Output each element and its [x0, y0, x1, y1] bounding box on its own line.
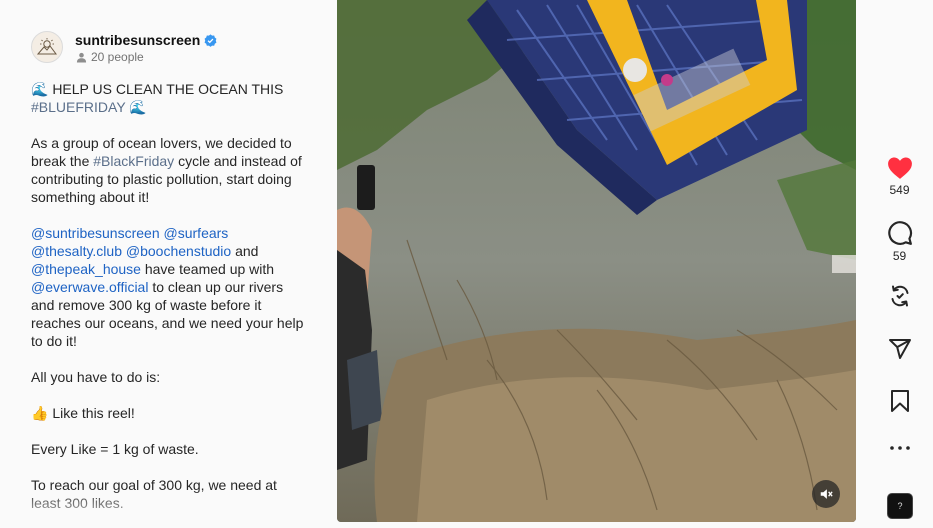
mention-link[interactable]: @suntribesunscreen: [31, 225, 160, 241]
mention-link[interactable]: @thepeak_house: [31, 261, 141, 277]
share-action: [866, 337, 933, 361]
repost-icon[interactable]: [888, 284, 912, 308]
caption-line: 🌊 HELP US CLEAN THE OCEAN THIS: [31, 81, 284, 97]
share-send-icon[interactable]: [888, 337, 912, 361]
heart-icon[interactable]: [887, 156, 913, 180]
caption-paragraph: As a group of ocean lovers, we decided t…: [31, 134, 306, 206]
mention-link[interactable]: @everwave.official: [31, 279, 148, 295]
audio-thumbnail[interactable]: ?: [887, 493, 913, 519]
caption-mentions: @suntribesunscreen @surfears @thesalty.c…: [31, 224, 306, 350]
comment-icon[interactable]: [887, 220, 913, 246]
bookmark-icon[interactable]: [889, 389, 911, 413]
more-action: [866, 444, 933, 452]
like-count[interactable]: 549: [866, 183, 933, 197]
sun-mountain-logo-icon: [36, 38, 57, 55]
wave-emoji: 🌊: [129, 99, 147, 115]
speaker-muted-icon: [820, 489, 833, 499]
verified-badge-icon: [204, 33, 217, 47]
caption-paragraph: All you have to do is:: [31, 369, 161, 385]
post-header: suntribesunscreen 20 people: [31, 31, 321, 65]
caption-headline: 🌊 HELP US CLEAN THE OCEAN THIS #BLUEFRID…: [31, 80, 306, 116]
mention-link[interactable]: @boochenstudio: [126, 243, 231, 259]
more-options-icon[interactable]: [888, 444, 912, 452]
caption-text-span: have teamed up with: [140, 261, 275, 277]
comment-count[interactable]: 59: [866, 249, 933, 263]
username[interactable]: suntribesunscreen: [75, 32, 200, 48]
audience-count: 20 people: [91, 50, 144, 64]
caption-text: 🌊 HELP US CLEAN THE OCEAN THIS #BLUEFRID…: [31, 80, 306, 528]
caption-text-span: and: [231, 243, 259, 259]
mention-link[interactable]: @surfears: [164, 225, 229, 241]
comment-action: 59: [866, 220, 933, 263]
remix-action: [866, 284, 933, 308]
audience-row: 20 people: [76, 50, 144, 64]
caption-paragraph: 👍 Like this reel!: [31, 405, 135, 421]
person-icon: [76, 52, 87, 63]
mute-button[interactable]: [812, 480, 840, 508]
caption-fade: [0, 488, 330, 528]
like-action: 549: [866, 156, 933, 197]
video-frame: [337, 0, 856, 522]
audio-thumb-glyph: ?: [897, 501, 903, 511]
username-row: suntribesunscreen: [75, 32, 217, 48]
save-action: [866, 389, 933, 413]
mention-link[interactable]: @thesalty.club: [31, 243, 122, 259]
caption-paragraph: Every Like = 1 kg of waste.: [31, 441, 199, 457]
caption-panel: suntribesunscreen 20 people 🌊 HELP US CL…: [0, 0, 330, 528]
hashtag-link[interactable]: #BLUEFRIDAY: [31, 99, 125, 115]
reel-video[interactable]: [337, 0, 856, 522]
avatar[interactable]: [31, 31, 63, 63]
hashtag-link[interactable]: #BlackFriday: [93, 153, 174, 169]
